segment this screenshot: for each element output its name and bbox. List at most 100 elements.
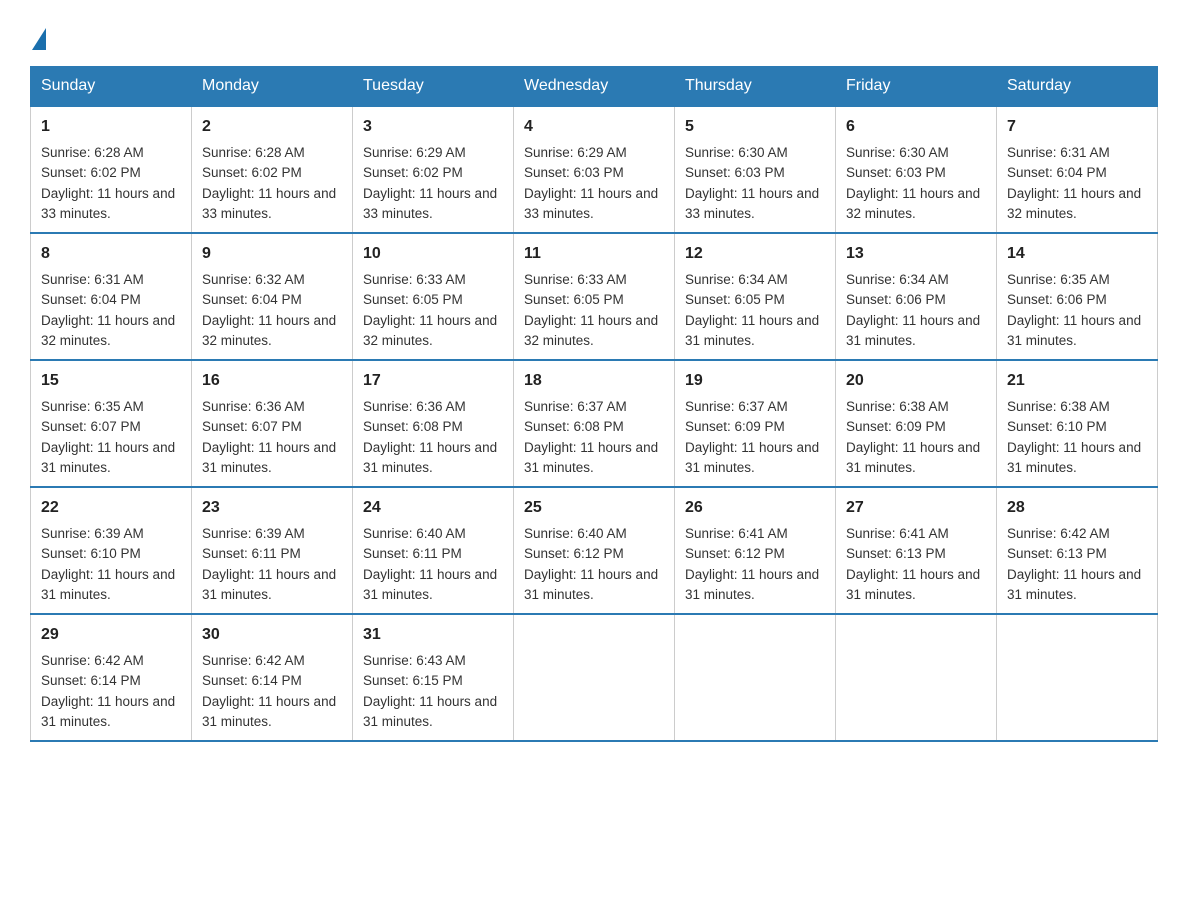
sunset-text: Sunset: 6:08 PM bbox=[363, 419, 463, 434]
day-number: 14 bbox=[1007, 242, 1147, 266]
sunrise-text: Sunrise: 6:37 AM bbox=[524, 399, 627, 414]
daylight-text: Daylight: 11 hours and 31 minutes. bbox=[524, 440, 658, 475]
calendar-cell: 25Sunrise: 6:40 AMSunset: 6:12 PMDayligh… bbox=[514, 487, 675, 614]
calendar-week-row: 22Sunrise: 6:39 AMSunset: 6:10 PMDayligh… bbox=[31, 487, 1158, 614]
daylight-text: Daylight: 11 hours and 31 minutes. bbox=[846, 440, 980, 475]
daylight-text: Daylight: 11 hours and 31 minutes. bbox=[1007, 440, 1141, 475]
daylight-text: Daylight: 11 hours and 31 minutes. bbox=[846, 567, 980, 602]
column-header-thursday: Thursday bbox=[675, 67, 836, 107]
calendar-cell: 15Sunrise: 6:35 AMSunset: 6:07 PMDayligh… bbox=[31, 360, 192, 487]
sunrise-text: Sunrise: 6:33 AM bbox=[363, 272, 466, 287]
daylight-text: Daylight: 11 hours and 31 minutes. bbox=[41, 694, 175, 729]
day-number: 11 bbox=[524, 242, 664, 266]
daylight-text: Daylight: 11 hours and 32 minutes. bbox=[846, 186, 980, 221]
sunrise-text: Sunrise: 6:39 AM bbox=[41, 526, 144, 541]
calendar-cell: 11Sunrise: 6:33 AMSunset: 6:05 PMDayligh… bbox=[514, 233, 675, 360]
day-number: 10 bbox=[363, 242, 503, 266]
calendar-cell: 18Sunrise: 6:37 AMSunset: 6:08 PMDayligh… bbox=[514, 360, 675, 487]
daylight-text: Daylight: 11 hours and 31 minutes. bbox=[846, 313, 980, 348]
day-number: 30 bbox=[202, 623, 342, 647]
day-number: 16 bbox=[202, 369, 342, 393]
daylight-text: Daylight: 11 hours and 31 minutes. bbox=[363, 567, 497, 602]
sunset-text: Sunset: 6:12 PM bbox=[685, 546, 785, 561]
calendar-cell: 13 Sunrise: 6:34 AM Sunset: 6:06 PM Dayligh… bbox=[836, 233, 997, 360]
sunrise-text: Sunrise: 6:30 AM bbox=[685, 145, 788, 160]
daylight-text: Daylight: 11 hours and 33 minutes. bbox=[524, 186, 658, 221]
sunrise-text: Sunrise: 6:37 AM bbox=[685, 399, 788, 414]
day-number: 23 bbox=[202, 496, 342, 520]
calendar-cell: 16Sunrise: 6:36 AMSunset: 6:07 PMDayligh… bbox=[192, 360, 353, 487]
calendar-week-row: 8Sunrise: 6:31 AMSunset: 6:04 PMDaylight… bbox=[31, 233, 1158, 360]
sunrise-text: Sunrise: 6:35 AM bbox=[1007, 272, 1110, 287]
sunrise-text: Sunrise: 6:42 AM bbox=[41, 653, 144, 668]
calendar-cell: 22Sunrise: 6:39 AMSunset: 6:10 PMDayligh… bbox=[31, 487, 192, 614]
sunrise-text: Sunrise: 6:29 AM bbox=[524, 145, 627, 160]
column-header-tuesday: Tuesday bbox=[353, 67, 514, 107]
sunrise-text: Sunrise: 6:36 AM bbox=[363, 399, 466, 414]
calendar-cell: 20Sunrise: 6:38 AMSunset: 6:09 PMDayligh… bbox=[836, 360, 997, 487]
sunset-text: Sunset: 6:05 PM bbox=[363, 292, 463, 307]
sunset-text: Sunset: 6:06 PM bbox=[846, 292, 946, 307]
calendar-cell bbox=[997, 614, 1158, 741]
calendar-cell: 4Sunrise: 6:29 AMSunset: 6:03 PMDaylight… bbox=[514, 106, 675, 233]
calendar-week-row: 15Sunrise: 6:35 AMSunset: 6:07 PMDayligh… bbox=[31, 360, 1158, 487]
calendar-week-row: 1Sunrise: 6:28 AMSunset: 6:02 PMDaylight… bbox=[31, 106, 1158, 233]
sunrise-text: Sunrise: 6:29 AM bbox=[363, 145, 466, 160]
calendar-cell: 28Sunrise: 6:42 AMSunset: 6:13 PMDayligh… bbox=[997, 487, 1158, 614]
day-number: 28 bbox=[1007, 496, 1147, 520]
daylight-text: Daylight: 11 hours and 31 minutes. bbox=[685, 567, 819, 602]
daylight-text: Daylight: 11 hours and 32 minutes. bbox=[1007, 186, 1141, 221]
daylight-text: Daylight: 11 hours and 31 minutes. bbox=[41, 440, 175, 475]
sunrise-text: Sunrise: 6:40 AM bbox=[363, 526, 466, 541]
day-number: 20 bbox=[846, 369, 986, 393]
calendar-cell: 6Sunrise: 6:30 AMSunset: 6:03 PMDaylight… bbox=[836, 106, 997, 233]
day-number: 1 bbox=[41, 115, 181, 139]
day-number: 31 bbox=[363, 623, 503, 647]
daylight-text: Daylight: 11 hours and 33 minutes. bbox=[41, 186, 175, 221]
day-number: 12 bbox=[685, 242, 825, 266]
sunrise-text: Sunrise: 6:41 AM bbox=[685, 526, 788, 541]
sunset-text: Sunset: 6:13 PM bbox=[1007, 546, 1107, 561]
sunset-text: Sunset: 6:09 PM bbox=[685, 419, 785, 434]
sunset-text: Sunset: 6:02 PM bbox=[202, 165, 302, 180]
sunrise-text: Sunrise: 6:38 AM bbox=[846, 399, 949, 414]
sunrise-text: Sunrise: 6:35 AM bbox=[41, 399, 144, 414]
calendar-cell: 5Sunrise: 6:30 AMSunset: 6:03 PMDaylight… bbox=[675, 106, 836, 233]
calendar-cell bbox=[514, 614, 675, 741]
sunrise-text: Sunrise: 6:42 AM bbox=[202, 653, 305, 668]
calendar-cell: 30Sunrise: 6:42 AMSunset: 6:14 PMDayligh… bbox=[192, 614, 353, 741]
sunset-text: Sunset: 6:15 PM bbox=[363, 673, 463, 688]
sunset-text: Sunset: 6:04 PM bbox=[41, 292, 141, 307]
sunrise-text: Sunrise: 6:31 AM bbox=[41, 272, 144, 287]
daylight-text: Daylight: 11 hours and 33 minutes. bbox=[685, 186, 819, 221]
calendar-cell: 23Sunrise: 6:39 AMSunset: 6:11 PMDayligh… bbox=[192, 487, 353, 614]
day-number: 15 bbox=[41, 369, 181, 393]
daylight-text: Daylight: 11 hours and 32 minutes. bbox=[524, 313, 658, 348]
sunset-text: Sunset: 6:02 PM bbox=[363, 165, 463, 180]
calendar-cell: 19Sunrise: 6:37 AMSunset: 6:09 PMDayligh… bbox=[675, 360, 836, 487]
sunset-text: Sunset: 6:03 PM bbox=[524, 165, 624, 180]
sunset-text: Sunset: 6:05 PM bbox=[685, 292, 785, 307]
sunrise-text: Sunrise: 6:34 AM bbox=[846, 272, 949, 287]
daylight-text: Daylight: 11 hours and 31 minutes. bbox=[202, 440, 336, 475]
sunrise-text: Sunrise: 6:30 AM bbox=[846, 145, 949, 160]
daylight-text: Daylight: 11 hours and 33 minutes. bbox=[202, 186, 336, 221]
daylight-text: Daylight: 11 hours and 31 minutes. bbox=[685, 440, 819, 475]
page-header bbox=[30, 24, 1158, 48]
day-number: 3 bbox=[363, 115, 503, 139]
sunset-text: Sunset: 6:06 PM bbox=[1007, 292, 1107, 307]
calendar-cell: 21Sunrise: 6:38 AMSunset: 6:10 PMDayligh… bbox=[997, 360, 1158, 487]
day-number: 18 bbox=[524, 369, 664, 393]
sunset-text: Sunset: 6:03 PM bbox=[846, 165, 946, 180]
sunset-text: Sunset: 6:13 PM bbox=[846, 546, 946, 561]
calendar-cell bbox=[675, 614, 836, 741]
daylight-text: Daylight: 11 hours and 31 minutes. bbox=[685, 313, 819, 348]
sunset-text: Sunset: 6:10 PM bbox=[41, 546, 141, 561]
column-header-monday: Monday bbox=[192, 67, 353, 107]
day-number: 9 bbox=[202, 242, 342, 266]
day-number: 13 bbox=[846, 242, 986, 266]
daylight-text: Daylight: 11 hours and 31 minutes. bbox=[363, 694, 497, 729]
daylight-text: Daylight: 11 hours and 31 minutes. bbox=[524, 567, 658, 602]
sunrise-text: Sunrise: 6:38 AM bbox=[1007, 399, 1110, 414]
calendar-table: SundayMondayTuesdayWednesdayThursdayFrid… bbox=[30, 66, 1158, 742]
